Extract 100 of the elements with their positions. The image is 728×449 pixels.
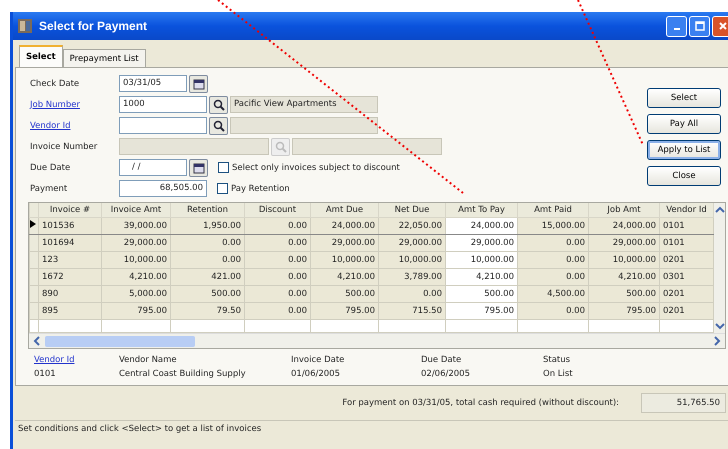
detail-value: 01/06/2005 (291, 369, 341, 379)
window-title: Select for Payment (39, 19, 148, 33)
table-cell: 0.00 (518, 268, 588, 286)
table-cell: 500.00 (310, 286, 378, 302)
tab[interactable]: Select (19, 45, 63, 67)
detail-value: On List (543, 369, 574, 379)
detail-value: 0101 (34, 369, 57, 379)
field-label: Due Date (30, 162, 72, 172)
column-header[interactable]: Amt Due (310, 203, 378, 218)
column-header[interactable]: Invoice # (38, 203, 102, 218)
table-cell: 22,050.00 (378, 218, 446, 234)
table-cell: 0.00 (518, 252, 588, 268)
table-cell: 0.00 (170, 252, 244, 268)
table-cell: 24,000.00 (588, 218, 660, 234)
action-button[interactable]: Close (647, 166, 721, 186)
table-cell: 715.50 (378, 302, 446, 320)
table-cell: 890 (38, 286, 102, 302)
column-header[interactable]: Discount (244, 203, 310, 218)
table-cell: 79.50 (170, 302, 244, 320)
table-cell: 10,000.00 (588, 252, 660, 268)
action-button[interactable]: Select (647, 88, 721, 108)
table-cell: 0.00 (244, 268, 310, 286)
table-cell: 1,950.00 (170, 218, 244, 234)
table-cell: 0.00 (244, 234, 310, 252)
table-cell: 4,500.00 (518, 286, 588, 302)
table-cell: 39,000.00 (102, 218, 170, 234)
table-cell: 4,210.00 (446, 268, 518, 286)
action-button[interactable]: Pay All (647, 114, 721, 134)
tab[interactable]: Prepayment List (62, 49, 146, 67)
column-header[interactable]: Invoice Amt (102, 203, 170, 218)
detail-label: Due Date (421, 355, 462, 365)
detail-value: 02/06/2005 (421, 369, 471, 379)
date-field[interactable]: / / (119, 159, 187, 176)
table-cell: 101694 (38, 234, 102, 252)
table-cell: 0201 (660, 252, 714, 268)
table-cell: 15,000.00 (518, 218, 588, 234)
table-cell: 0101 (660, 218, 714, 234)
table-cell: 29,000.00 (446, 234, 518, 252)
status-bar: Set conditions and click <Select> to get a list of invoices (15, 420, 728, 439)
table-cell: 500.00 (588, 286, 660, 302)
table-cell: 421.00 (170, 268, 244, 286)
table-cell: 24,000.00 (310, 218, 378, 234)
field-label: Invoice Number (30, 142, 98, 152)
column-header[interactable]: Vendor Id (660, 203, 714, 218)
table-cell: 10,000.00 (102, 252, 170, 268)
table-cell: 5,000.00 (102, 286, 170, 302)
table-cell: 4,210.00 (310, 268, 378, 286)
table-cell: 29,000.00 (102, 234, 170, 252)
total-field: 51,765.50 (641, 393, 726, 413)
table-cell: 0.00 (378, 286, 446, 302)
table-cell: 4,210.00 (102, 268, 170, 286)
table-cell: 0201 (660, 302, 714, 320)
column-header[interactable]: Job Amt (588, 203, 660, 218)
date-field[interactable]: 03/31/05 (119, 75, 187, 92)
table-cell: 0.00 (244, 302, 310, 320)
detail-label: Status (543, 355, 572, 365)
detail-label: Invoice Date (291, 355, 346, 365)
table-cell: 0.00 (244, 252, 310, 268)
table-cell: 10,000.00 (310, 252, 378, 268)
column-header[interactable]: Amt Paid (518, 203, 588, 218)
table-cell: 1672 (38, 268, 102, 286)
column-header[interactable]: Retention (170, 203, 244, 218)
discount-checkbox[interactable]: Select only invoices subject to discount (218, 162, 400, 173)
table-cell: 0301 (660, 268, 714, 286)
table-cell: 4,210.00 (588, 268, 660, 286)
table-cell: 895 (38, 302, 102, 320)
table-cell: 795.00 (102, 302, 170, 320)
job-name-field: Pacific View Apartments (230, 96, 378, 113)
table-cell: 500.00 (170, 286, 244, 302)
detail-value: Central Coast Building Supply (119, 369, 247, 379)
table-cell: 24,000.00 (446, 218, 518, 234)
job-number-link[interactable]: Job Number (30, 100, 117, 110)
table-cell: 0.00 (244, 286, 310, 302)
table-cell: 10,000.00 (446, 252, 518, 268)
table-cell: 500.00 (446, 286, 518, 302)
table-cell: 123 (38, 252, 102, 268)
payment-field[interactable]: 68,505.00 (119, 180, 207, 197)
table-cell: 29,000.00 (378, 234, 446, 252)
action-button[interactable]: Apply to List (647, 140, 721, 160)
vendor-id-link[interactable]: Vendor Id (30, 120, 117, 130)
table-cell: 795.00 (310, 302, 378, 320)
table-cell: 0.00 (518, 234, 588, 252)
table-cell: 3,789.00 (378, 268, 446, 286)
vendor-id-link[interactable]: Vendor Id (34, 355, 119, 365)
total-label: For payment on 03/31/05, total cash required (without discount): (342, 398, 619, 408)
table-cell: 795.00 (588, 302, 660, 320)
retention-checkbox[interactable]: Pay Retention (217, 183, 290, 194)
job-number-field[interactable]: 1000 (119, 96, 207, 113)
detail-label: Vendor Name (119, 355, 178, 365)
table-cell: 0201 (660, 286, 714, 302)
table-cell: 795.00 (446, 302, 518, 320)
column-header[interactable]: Net Due (378, 203, 446, 218)
field-label: Payment (30, 184, 68, 194)
column-header[interactable]: Amt To Pay (446, 203, 518, 218)
table-cell: 0.00 (244, 218, 310, 234)
table-cell: 101536 (38, 218, 102, 234)
table-cell: 0101 (660, 234, 714, 252)
table-cell: 0.00 (170, 234, 244, 252)
table-cell: 29,000.00 (588, 234, 660, 252)
table-cell: 29,000.00 (310, 234, 378, 252)
